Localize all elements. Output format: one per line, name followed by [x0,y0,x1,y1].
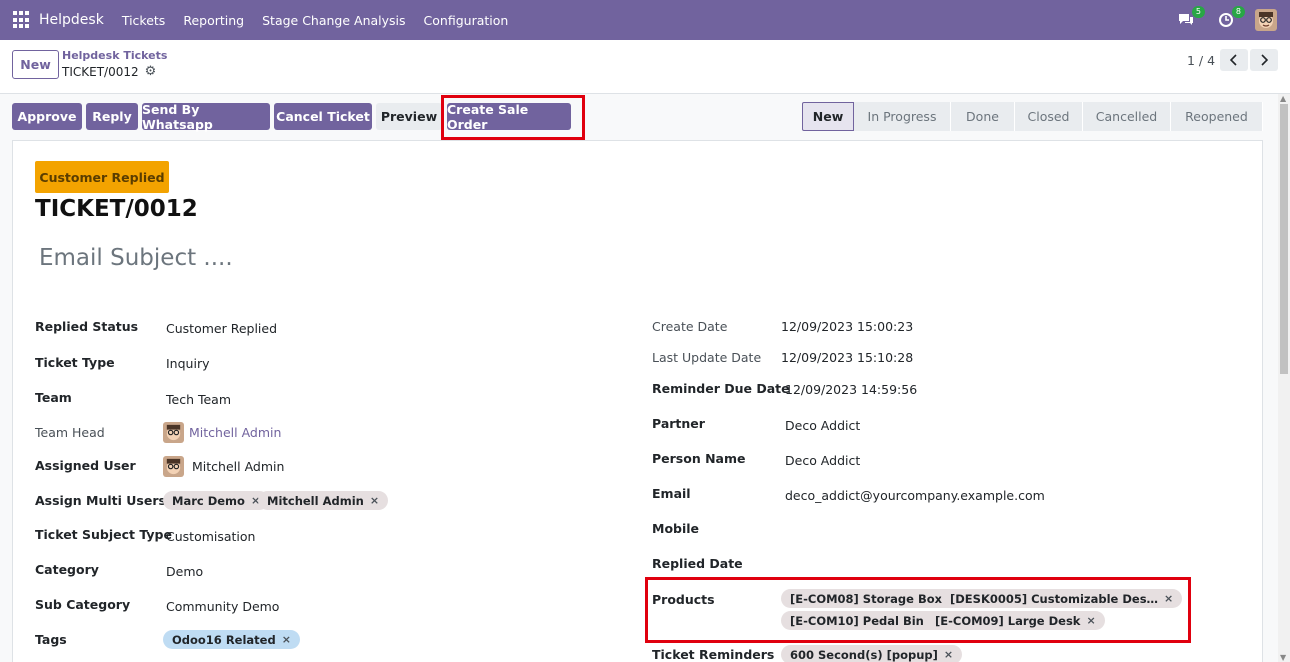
team-head-name[interactable]: Mitchell Admin [189,425,281,440]
create-date-value: 12/09/2023 15:00:23 [781,319,914,334]
chevron-left-icon [1230,54,1237,66]
user-tag-label: Marc Demo [172,493,245,508]
email-label: Email [652,486,691,501]
approve-button[interactable]: Approve [12,103,82,130]
ticket-subject-type-field[interactable]: Customisation [166,529,255,544]
user-tag[interactable]: Marc Demo × [163,491,270,510]
reminder-tag-label: 600 Second(s) [popup] [790,647,938,662]
email-subject-input[interactable]: Email Subject .... [39,245,233,271]
user-tag-label: Mitchell Admin [267,493,364,508]
assigned-user-name: Mitchell Admin [192,459,285,474]
tag-chip-label: Odoo16 Related [172,632,276,647]
preview-button[interactable]: Preview [376,103,442,130]
menu-stage-change-analysis[interactable]: Stage Change Analysis [262,13,405,28]
scroll-up-arrow-icon[interactable]: ▲ [1280,94,1286,103]
team-label: Team [35,390,72,405]
last-update-date-value: 12/09/2023 15:10:28 [781,350,914,365]
chat-count-badge: 5 [1191,6,1205,18]
activity-count-badge: 8 [1231,6,1245,18]
partner-field[interactable]: Deco Addict [785,418,860,433]
remove-tag-icon[interactable]: × [944,648,953,661]
stage-done[interactable]: Done [951,102,1015,131]
breadcrumb-parent-link[interactable]: Helpdesk Tickets [62,49,167,62]
stage-in-progress[interactable]: In Progress [854,102,951,131]
cancel-ticket-button[interactable]: Cancel Ticket [274,103,372,130]
highlight-box-create-sale-order [441,95,585,140]
sub-category-label: Sub Category [35,597,131,612]
category-label: Category [35,562,99,577]
mobile-label: Mobile [652,521,700,536]
partner-label: Partner [652,416,705,431]
sub-category-field[interactable]: Community Demo [166,599,279,614]
ticket-subject-type-label: Ticket Subject Type [35,527,172,542]
user-avatar[interactable] [1255,9,1277,31]
replied-date-label: Replied Date [652,556,743,571]
activity-clock-icon[interactable]: 8 [1215,6,1245,31]
reminder-due-date-label: Reminder Due Date [652,381,790,396]
breadcrumb-current-label: TICKET/0012 [62,64,139,79]
menu-tickets[interactable]: Tickets [122,13,166,28]
person-name-field[interactable]: Deco Addict [785,453,860,468]
control-panel: New Helpdesk Tickets TICKET/0012 ⚙ 1 / 4 [0,40,1290,94]
stage-cancelled[interactable]: Cancelled [1083,102,1171,131]
last-update-date-label: Last Update Date [652,350,762,365]
reply-button[interactable]: Reply [86,103,138,130]
scroll-down-arrow-icon[interactable]: ▼ [1280,653,1286,662]
main-menu: Tickets Reporting Stage Change Analysis … [122,13,527,28]
assign-multi-users-label: Assign Multi Users [35,493,166,508]
user-tag[interactable]: Mitchell Admin × [258,491,389,510]
ticket-reminders-label: Ticket Reminders [652,647,775,662]
category-field[interactable]: Demo [166,564,203,579]
ticket-number: TICKET/0012 [35,196,198,222]
assigned-user-field[interactable]: Mitchell Admin [163,456,284,477]
top-navbar: Helpdesk Tickets Reporting Stage Change … [0,0,1290,40]
app-brand[interactable]: Helpdesk [39,12,104,28]
chat-icon[interactable]: 5 [1175,6,1205,31]
vertical-scrollbar[interactable]: ▲ ▼ [1278,94,1290,662]
stage-reopened[interactable]: Reopened [1171,102,1263,131]
pager-previous-button[interactable] [1220,49,1248,71]
stage-statusbar: New In Progress Done Closed Cancelled Re… [802,102,1263,131]
menu-configuration[interactable]: Configuration [424,13,509,28]
breadcrumb-current: TICKET/0012 ⚙ [62,64,156,79]
avatar [163,422,184,443]
team-field[interactable]: Tech Team [166,392,231,407]
app-grid-icon[interactable] [13,11,31,29]
remove-tag-icon[interactable]: × [370,494,379,507]
stage-new[interactable]: New [802,102,854,131]
chevron-right-icon [1261,54,1268,66]
reminder-tag[interactable]: 600 Second(s) [popup] × [781,645,963,662]
stage-closed[interactable]: Closed [1015,102,1083,131]
assigned-user-label: Assigned User [35,458,136,473]
replied-status-field[interactable]: Customer Replied [166,321,277,336]
ticket-type-label: Ticket Type [35,355,115,370]
pager-next-button[interactable] [1250,49,1278,71]
new-record-button[interactable]: New [12,50,59,79]
create-date-label: Create Date [652,319,728,334]
team-head-label: Team Head [35,425,105,440]
avatar [163,456,184,477]
menu-reporting[interactable]: Reporting [183,13,244,28]
pager-value[interactable]: 1 / 4 [1187,53,1215,68]
team-head-field[interactable]: Mitchell Admin [163,422,281,443]
remove-tag-icon[interactable]: × [282,633,291,646]
tag-chip[interactable]: Odoo16 Related × [163,630,300,649]
status-ribbon: Customer Replied [35,161,169,193]
replied-status-label: Replied Status [35,319,139,334]
person-name-label: Person Name [652,451,746,466]
email-field[interactable]: deco_addict@yourcompany.example.com [785,488,1045,503]
reminder-due-date-field[interactable]: 12/09/2023 14:59:56 [785,382,917,397]
scrollbar-thumb[interactable] [1280,104,1288,374]
tags-label: Tags [35,632,67,647]
gear-icon[interactable]: ⚙ [145,64,157,79]
send-by-whatsapp-button[interactable]: Send By Whatsapp [142,102,270,132]
ticket-type-field[interactable]: Inquiry [166,356,209,371]
highlight-box-products [645,577,1191,643]
